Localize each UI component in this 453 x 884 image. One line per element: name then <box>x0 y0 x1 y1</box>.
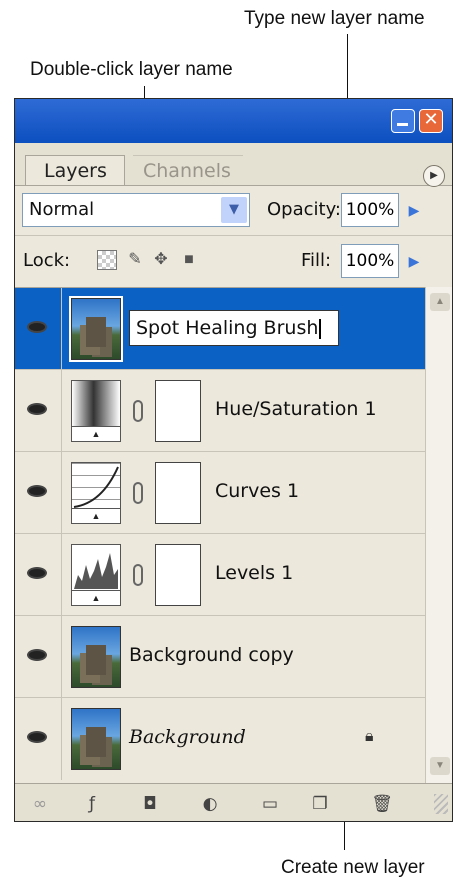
scroll-down-icon[interactable]: ▼ <box>430 757 450 775</box>
layer-mask-thumbnail[interactable] <box>155 462 201 524</box>
opacity-label: Opacity: <box>267 199 341 220</box>
layer-row-levels[interactable]: ▲ Levels 1 <box>15 534 425 616</box>
link-chain-icon[interactable] <box>133 400 143 422</box>
layer-style-fx-icon[interactable]: ƒ <box>81 793 103 815</box>
lock-transparency-icon[interactable] <box>97 250 117 270</box>
layer-row-background[interactable]: Background 🔒︎ <box>15 698 425 780</box>
add-layer-mask-icon[interactable]: ◘ <box>139 793 161 815</box>
layer-thumbnail <box>71 626 121 688</box>
lock-row: Lock: ✎ ✥ ■ Fill: 100% ▶ <box>15 235 452 286</box>
visibility-eye-icon[interactable] <box>15 370 62 452</box>
layer-name-input[interactable]: Spot Healing Brush <box>129 310 339 346</box>
panel-tabs: Layers Channels ▶ <box>15 143 452 187</box>
minimize-icon[interactable] <box>391 109 415 133</box>
layer-name: Levels 1 <box>215 562 294 584</box>
visibility-eye-icon[interactable] <box>15 698 62 780</box>
lock-image-brush-icon[interactable]: ✎ <box>125 250 145 270</box>
layer-row-hue-saturation[interactable]: ▲ Hue/Saturation 1 <box>15 370 425 452</box>
link-chain-icon[interactable] <box>133 564 143 586</box>
panel-footer-toolbar: ∞ ƒ ◘ ◐ ▭ ❐ 🗑︎ <box>15 783 452 821</box>
callout-double-click-layer-name: Double-click layer name <box>30 59 233 80</box>
delete-layer-trash-icon[interactable]: 🗑︎ <box>371 793 393 815</box>
new-group-folder-icon[interactable]: ▭ <box>259 793 281 815</box>
layer-row-curves[interactable]: ▲ Curves 1 <box>15 452 425 534</box>
layer-lock-icon: 🔒︎ <box>365 728 374 745</box>
curves-adjustment-icon: ▲ <box>71 462 121 524</box>
scroll-up-icon[interactable]: ▲ <box>430 293 450 311</box>
layer-row-spot-healing-brush[interactable]: Spot Healing Brush <box>15 288 425 370</box>
visibility-eye-icon[interactable] <box>15 534 62 616</box>
panel-titlebar[interactable]: ✕ <box>15 99 452 143</box>
blend-mode-value: Normal <box>29 199 95 220</box>
tab-channels[interactable]: Channels <box>133 155 243 185</box>
fill-slider-arrow-icon[interactable]: ▶ <box>401 244 427 278</box>
layer-list-scrollbar[interactable]: ▲ ▼ <box>425 287 452 783</box>
opacity-slider-arrow-icon[interactable]: ▶ <box>401 193 427 227</box>
lock-position-move-icon[interactable]: ✥ <box>151 250 171 270</box>
callout-create-new-layer: Create new layer <box>281 857 425 878</box>
layer-row-background-copy[interactable]: Background copy <box>15 616 425 698</box>
close-icon[interactable]: ✕ <box>419 109 443 133</box>
create-new-layer-icon[interactable]: ❐ <box>309 793 331 815</box>
layer-mask-thumbnail[interactable] <box>155 380 201 442</box>
layer-list: Spot Healing Brush ▲ Hue/Saturation 1 ▲ … <box>15 287 425 784</box>
hue-saturation-adjustment-icon: ▲ <box>71 380 121 442</box>
fill-label: Fill: <box>301 250 332 271</box>
chevron-down-icon[interactable]: ▼ <box>221 197 247 223</box>
opacity-input[interactable]: 100% <box>341 193 399 227</box>
layer-name: Background <box>129 726 246 748</box>
layer-mask-thumbnail[interactable] <box>155 544 201 606</box>
tab-layers[interactable]: Layers <box>25 155 125 185</box>
visibility-eye-icon[interactable] <box>15 616 62 698</box>
new-adjustment-layer-icon[interactable]: ◐ <box>199 793 221 815</box>
layer-name: Background copy <box>129 644 294 666</box>
visibility-eye-icon[interactable] <box>15 288 62 370</box>
link-chain-icon[interactable] <box>133 482 143 504</box>
levels-adjustment-icon: ▲ <box>71 544 121 606</box>
text-caret <box>319 318 322 339</box>
panel-menu-icon[interactable]: ▶ <box>423 165 445 187</box>
lock-all-icon[interactable]: ■ <box>179 250 199 270</box>
layer-name: Curves 1 <box>215 480 300 502</box>
resize-grip-icon[interactable] <box>434 794 448 814</box>
layer-name: Hue/Saturation 1 <box>215 398 377 420</box>
layers-panel: ✕ Layers Channels ▶ Normal ▼ Opacity: 10… <box>14 98 453 822</box>
callout-type-new-layer-name: Type new layer name <box>244 8 425 29</box>
fill-input[interactable]: 100% <box>341 244 399 278</box>
link-layers-icon[interactable]: ∞ <box>29 793 51 815</box>
visibility-eye-icon[interactable] <box>15 452 62 534</box>
lock-label: Lock: <box>23 250 71 271</box>
layer-name-text: Spot Healing Brush <box>136 317 319 339</box>
blend-mode-select[interactable]: Normal ▼ <box>22 193 250 227</box>
blend-row: Normal ▼ Opacity: 100% ▶ <box>15 185 452 235</box>
layer-thumbnail <box>69 296 123 362</box>
layer-thumbnail <box>71 708 121 770</box>
